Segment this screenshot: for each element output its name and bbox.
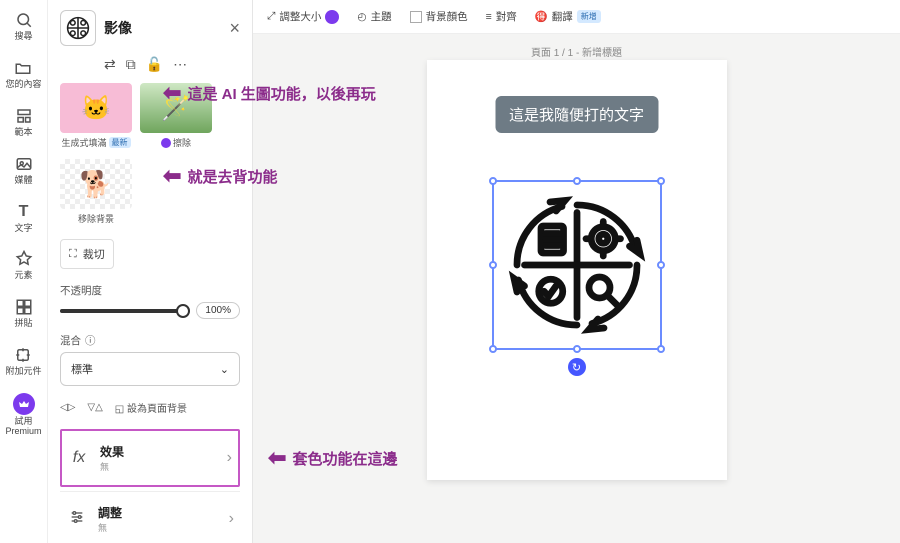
- translate-button[interactable]: 🉐翻譯新增: [535, 9, 601, 24]
- align-button[interactable]: ≡對齊: [486, 9, 517, 24]
- nav-elements[interactable]: 元素: [14, 245, 34, 285]
- effects-row[interactable]: fx 效果無 ›: [60, 429, 240, 487]
- crown-badge-icon: [161, 138, 171, 148]
- info-icon[interactable]: ⓘ: [85, 333, 96, 348]
- nav-addons[interactable]: 附加元件: [5, 341, 41, 381]
- translate-icon: 🉐: [535, 10, 548, 23]
- flip-vertical-icon[interactable]: ▽△: [87, 402, 102, 413]
- opacity-slider[interactable]: [60, 309, 190, 313]
- adjust-row[interactable]: 調整無 ›: [60, 491, 240, 543]
- blend-label: 混合: [60, 333, 81, 348]
- nav-premium[interactable]: 試用 Premium: [0, 389, 47, 441]
- annotation-2: ⬅ 就是去背功能: [163, 163, 277, 189]
- duplicate-icon[interactable]: ⧉: [126, 56, 136, 73]
- elements-icon: [14, 249, 34, 269]
- crop-button[interactable]: ⛶ 裁切: [60, 239, 114, 269]
- resize-handle[interactable]: [489, 261, 497, 269]
- canvas-topbar: ⤢調整大小 ◴主題 背景顏色 ≡對齊 🉐翻譯新增: [253, 0, 900, 34]
- plugin-icon: [13, 345, 33, 365]
- resize-handle[interactable]: [489, 177, 497, 185]
- opacity-label: 不透明度: [60, 283, 240, 298]
- theme-icon: ◴: [357, 11, 366, 23]
- search-icon: [14, 10, 34, 30]
- text-icon: T: [14, 202, 34, 222]
- panel-close-button[interactable]: ×: [229, 18, 240, 39]
- fx-icon: fx: [68, 449, 90, 467]
- crop-icon: ⛶: [69, 248, 77, 261]
- chevron-down-icon: ⌄: [220, 363, 229, 376]
- left-nav-rail: 搜尋 您的內容 範本 媒體 T 文字 元素 拼貼 附加元件 試用: [0, 0, 48, 543]
- annotation-1: ⬅ 這是 AI 生圖功能，以後再玩: [163, 80, 376, 106]
- more-icon[interactable]: ⋯: [173, 56, 187, 73]
- sliders-icon: [66, 509, 88, 530]
- lock-icon[interactable]: 🔓: [146, 56, 163, 73]
- selected-image-object[interactable]: ↻: [492, 180, 662, 350]
- align-icon: ≡: [486, 11, 492, 23]
- set-as-background-button[interactable]: ◱ 設為頁面背景: [115, 400, 187, 415]
- arrow-left-icon: ⬅: [163, 80, 181, 106]
- page-indicator[interactable]: 頁面 1 / 1 - 新增標題: [531, 44, 622, 59]
- premium-dot-icon: [325, 10, 339, 24]
- nav-templates[interactable]: 範本: [14, 102, 34, 142]
- grid-icon: [14, 297, 34, 317]
- template-icon: [14, 106, 34, 126]
- resize-handle[interactable]: [657, 261, 665, 269]
- media-icon: [14, 154, 34, 174]
- resize-handle[interactable]: [657, 345, 665, 353]
- panel-toolbar: ⇄ ⧉ 🔓 ⋯: [60, 52, 240, 83]
- nav-your-content[interactable]: 您的內容: [5, 54, 41, 94]
- bgcolor-swatch-icon: [410, 11, 422, 23]
- arrow-left-icon: ⬅: [268, 445, 286, 471]
- chevron-right-icon: ›: [229, 510, 234, 528]
- nav-text[interactable]: T 文字: [14, 198, 34, 238]
- generative-fill-thumb[interactable]: 🐱 生成式填滿最新: [60, 83, 132, 149]
- canvas-page[interactable]: 這是我隨便打的文字: [427, 60, 727, 480]
- folder-icon: [13, 58, 33, 78]
- editor-area: ⤢調整大小 ◴主題 背景顏色 ≡對齊 🉐翻譯新增 頁面 1 / 1 - 新增標題…: [253, 0, 900, 543]
- replace-icon[interactable]: ⇄: [104, 56, 116, 73]
- opacity-value[interactable]: 100%: [196, 302, 240, 319]
- image-artwork-icon: [494, 182, 660, 348]
- blend-select[interactable]: 標準 ⌄: [60, 352, 240, 386]
- flip-horizontal-icon[interactable]: ◁▷: [60, 402, 75, 413]
- nav-media[interactable]: 媒體: [14, 150, 34, 190]
- bgcolor-button[interactable]: 背景顏色: [410, 9, 468, 24]
- panel-thumbnail-icon: [60, 10, 96, 46]
- resize-button[interactable]: ⤢調整大小: [267, 9, 339, 24]
- crown-icon: [13, 393, 35, 415]
- resize-handle[interactable]: [657, 177, 665, 185]
- arrow-left-icon: ⬅: [163, 163, 181, 189]
- resize-icon: ⤢: [267, 10, 275, 23]
- rotate-handle[interactable]: ↻: [568, 358, 586, 376]
- nav-collage[interactable]: 拼貼: [14, 293, 34, 333]
- resize-handle[interactable]: [573, 345, 581, 353]
- theme-button[interactable]: ◴主題: [357, 9, 391, 24]
- resize-handle[interactable]: [489, 345, 497, 353]
- nav-search[interactable]: 搜尋: [14, 6, 34, 46]
- panel-title: 影像: [104, 18, 221, 38]
- annotation-3: ⬅ 套色功能在這邊: [268, 445, 397, 471]
- canvas-text-element[interactable]: 這是我隨便打的文字: [495, 96, 658, 133]
- resize-handle[interactable]: [573, 177, 581, 185]
- chevron-right-icon: ›: [227, 449, 232, 467]
